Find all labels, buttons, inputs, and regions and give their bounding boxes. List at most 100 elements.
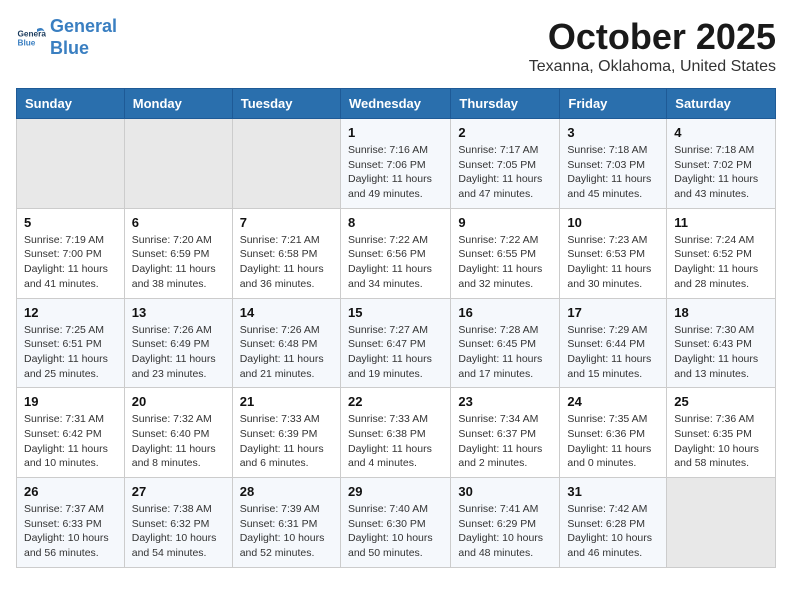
day-number: 4 [674, 125, 768, 140]
day-number: 8 [348, 215, 443, 230]
svg-text:Blue: Blue [18, 38, 36, 47]
calendar-week-row: 5 Sunrise: 7:19 AMSunset: 7:00 PMDaylight… [17, 208, 776, 298]
calendar-cell: 6Sunrise: 7:20 AMSunset: 6:59 PMDaylight… [124, 208, 232, 298]
calendar-cell: 10 Sunrise: 7:23 AMSunset: 6:53 PMDayligh… [560, 208, 667, 298]
cell-info: Sunrise: 7:42 AMSunset: 6:28 PMDaylight:… [567, 502, 659, 561]
logo-text: General Blue [50, 16, 117, 59]
cell-info: Sunrise: 7:30 AMSunset: 6:43 PMDaylight:… [674, 323, 768, 382]
calendar-cell: 17Sunrise: 7:29 AMSunset: 6:44 PMDayligh… [560, 298, 667, 388]
cell-info: Sunrise: 7:18 AMSunset: 7:02 PMDaylight:… [674, 143, 768, 202]
calendar-cell: 3 Sunrise: 7:18 AMSunset: 7:03 PMDaylight… [560, 119, 667, 209]
calendar-table: SundayMondayTuesdayWednesdayThursdayFrid… [16, 88, 776, 568]
calendar-cell [232, 119, 340, 209]
cell-info: Sunrise: 7:33 AMSunset: 6:39 PMDaylight:… [240, 412, 333, 471]
cell-info: Sunrise: 7:21 AMSunset: 6:58 PMDaylight:… [240, 233, 333, 292]
cell-info: Sunrise: 7:17 AMSunset: 7:05 PMDaylight:… [458, 143, 552, 202]
calendar-cell: 16Sunrise: 7:28 AMSunset: 6:45 PMDayligh… [451, 298, 560, 388]
day-number: 22 [348, 394, 443, 409]
cell-info: Sunrise: 7:41 AMSunset: 6:29 PMDaylight:… [458, 502, 552, 561]
day-number: 23 [458, 394, 552, 409]
day-number: 10 [567, 215, 659, 230]
calendar-cell: 9 Sunrise: 7:22 AMSunset: 6:55 PMDaylight… [451, 208, 560, 298]
day-number: 11 [674, 215, 768, 230]
cell-info: Sunrise: 7:22 AMSunset: 6:56 PMDaylight:… [348, 233, 443, 292]
cell-info: Sunrise: 7:25 AMSunset: 6:51 PMDaylight:… [24, 323, 117, 382]
calendar-cell: 20Sunrise: 7:32 AMSunset: 6:40 PMDayligh… [124, 388, 232, 478]
day-number: 30 [458, 484, 552, 499]
calendar-cell: 5 Sunrise: 7:19 AMSunset: 7:00 PMDaylight… [17, 208, 125, 298]
day-number: 17 [567, 305, 659, 320]
cell-info: Sunrise: 7:37 AMSunset: 6:33 PMDaylight:… [24, 502, 117, 561]
calendar-cell: 27 Sunrise: 7:38 AMSunset: 6:32 PMDayligh… [124, 478, 232, 568]
cell-info: Sunrise: 7:38 AMSunset: 6:32 PMDaylight:… [132, 502, 225, 561]
day-number: 28 [240, 484, 333, 499]
calendar-cell: 24Sunrise: 7:35 AMSunset: 6:36 PMDayligh… [560, 388, 667, 478]
cell-info: Sunrise: 7:26 AMSunset: 6:48 PMDaylight:… [240, 323, 333, 382]
calendar-cell: 30 Sunrise: 7:41 AMSunset: 6:29 PMDayligh… [451, 478, 560, 568]
cell-info: Sunrise: 7:27 AMSunset: 6:47 PMDaylight:… [348, 323, 443, 382]
day-number: 25 [674, 394, 768, 409]
weekday-header: Saturday [667, 89, 776, 119]
day-number: 27 [132, 484, 225, 499]
cell-info: Sunrise: 7:18 AMSunset: 7:03 PMDaylight:… [567, 143, 659, 202]
page-header: General Blue General Blue October 2025 T… [16, 16, 776, 76]
day-number: 12 [24, 305, 117, 320]
cell-info: Sunrise: 7:36 AMSunset: 6:35 PMDaylight:… [674, 412, 768, 471]
calendar-cell: 15Sunrise: 7:27 AMSunset: 6:47 PMDayligh… [340, 298, 450, 388]
cell-info: Sunrise: 7:23 AMSunset: 6:53 PMDaylight:… [567, 233, 659, 292]
calendar-cell: 4 Sunrise: 7:18 AMSunset: 7:02 PMDaylight… [667, 119, 776, 209]
weekday-header: Thursday [451, 89, 560, 119]
cell-info: Sunrise: 7:16 AMSunset: 7:06 PMDaylight:… [348, 143, 443, 202]
cell-info: Sunrise: 7:28 AMSunset: 6:45 PMDaylight:… [458, 323, 552, 382]
cell-info: Sunrise: 7:39 AMSunset: 6:31 PMDaylight:… [240, 502, 333, 561]
calendar-cell: 21Sunrise: 7:33 AMSunset: 6:39 PMDayligh… [232, 388, 340, 478]
day-number: 19 [24, 394, 117, 409]
day-number: 13 [132, 305, 225, 320]
calendar-cell: 18 Sunrise: 7:30 AMSunset: 6:43 PMDayligh… [667, 298, 776, 388]
weekday-header: Friday [560, 89, 667, 119]
cell-info: Sunrise: 7:26 AMSunset: 6:49 PMDaylight:… [132, 323, 225, 382]
calendar-cell [667, 478, 776, 568]
cell-info: Sunrise: 7:19 AMSunset: 7:00 PMDaylight:… [24, 233, 117, 292]
day-number: 18 [674, 305, 768, 320]
day-number: 14 [240, 305, 333, 320]
calendar-week-row: 12 Sunrise: 7:25 AMSunset: 6:51 PMDayligh… [17, 298, 776, 388]
calendar-cell: 7 Sunrise: 7:21 AMSunset: 6:58 PMDaylight… [232, 208, 340, 298]
calendar-cell: 29 Sunrise: 7:40 AMSunset: 6:30 PMDayligh… [340, 478, 450, 568]
calendar-cell: 11 Sunrise: 7:24 AMSunset: 6:52 PMDayligh… [667, 208, 776, 298]
day-number: 3 [567, 125, 659, 140]
calendar-week-row: 19Sunrise: 7:31 AMSunset: 6:42 PMDayligh… [17, 388, 776, 478]
cell-info: Sunrise: 7:34 AMSunset: 6:37 PMDaylight:… [458, 412, 552, 471]
calendar-cell: 8 Sunrise: 7:22 AMSunset: 6:56 PMDaylight… [340, 208, 450, 298]
calendar-cell: 26 Sunrise: 7:37 AMSunset: 6:33 PMDayligh… [17, 478, 125, 568]
cell-info: Sunrise: 7:40 AMSunset: 6:30 PMDaylight:… [348, 502, 443, 561]
calendar-cell [17, 119, 125, 209]
weekday-header: Sunday [17, 89, 125, 119]
cell-info: Sunrise: 7:33 AMSunset: 6:38 PMDaylight:… [348, 412, 443, 471]
day-number: 29 [348, 484, 443, 499]
day-number: 1 [348, 125, 443, 140]
cell-info: Sunrise: 7:24 AMSunset: 6:52 PMDaylight:… [674, 233, 768, 292]
logo: General Blue General Blue [16, 16, 117, 59]
day-number: 9 [458, 215, 552, 230]
calendar-cell: 14 Sunrise: 7:26 AMSunset: 6:48 PMDayligh… [232, 298, 340, 388]
calendar-week-row: 1 Sunrise: 7:16 AMSunset: 7:06 PMDaylight… [17, 119, 776, 209]
day-number: 5 [24, 215, 117, 230]
day-number: 24 [567, 394, 659, 409]
calendar-cell: 12 Sunrise: 7:25 AMSunset: 6:51 PMDayligh… [17, 298, 125, 388]
calendar-cell: 22 Sunrise: 7:33 AMSunset: 6:38 PMDayligh… [340, 388, 450, 478]
weekday-header-row: SundayMondayTuesdayWednesdayThursdayFrid… [17, 89, 776, 119]
calendar-week-row: 26 Sunrise: 7:37 AMSunset: 6:33 PMDayligh… [17, 478, 776, 568]
day-number: 31 [567, 484, 659, 499]
calendar-cell: 25 Sunrise: 7:36 AMSunset: 6:35 PMDayligh… [667, 388, 776, 478]
weekday-header: Monday [124, 89, 232, 119]
cell-info: Sunrise: 7:22 AMSunset: 6:55 PMDaylight:… [458, 233, 552, 292]
day-number: 7 [240, 215, 333, 230]
calendar-cell: 2 Sunrise: 7:17 AMSunset: 7:05 PMDaylight… [451, 119, 560, 209]
calendar-cell: 31 Sunrise: 7:42 AMSunset: 6:28 PMDayligh… [560, 478, 667, 568]
day-number: 26 [24, 484, 117, 499]
cell-info: Sunrise: 7:20 AMSunset: 6:59 PMDaylight:… [132, 233, 225, 292]
cell-info: Sunrise: 7:32 AMSunset: 6:40 PMDaylight:… [132, 412, 225, 471]
weekday-header: Tuesday [232, 89, 340, 119]
day-number: 2 [458, 125, 552, 140]
